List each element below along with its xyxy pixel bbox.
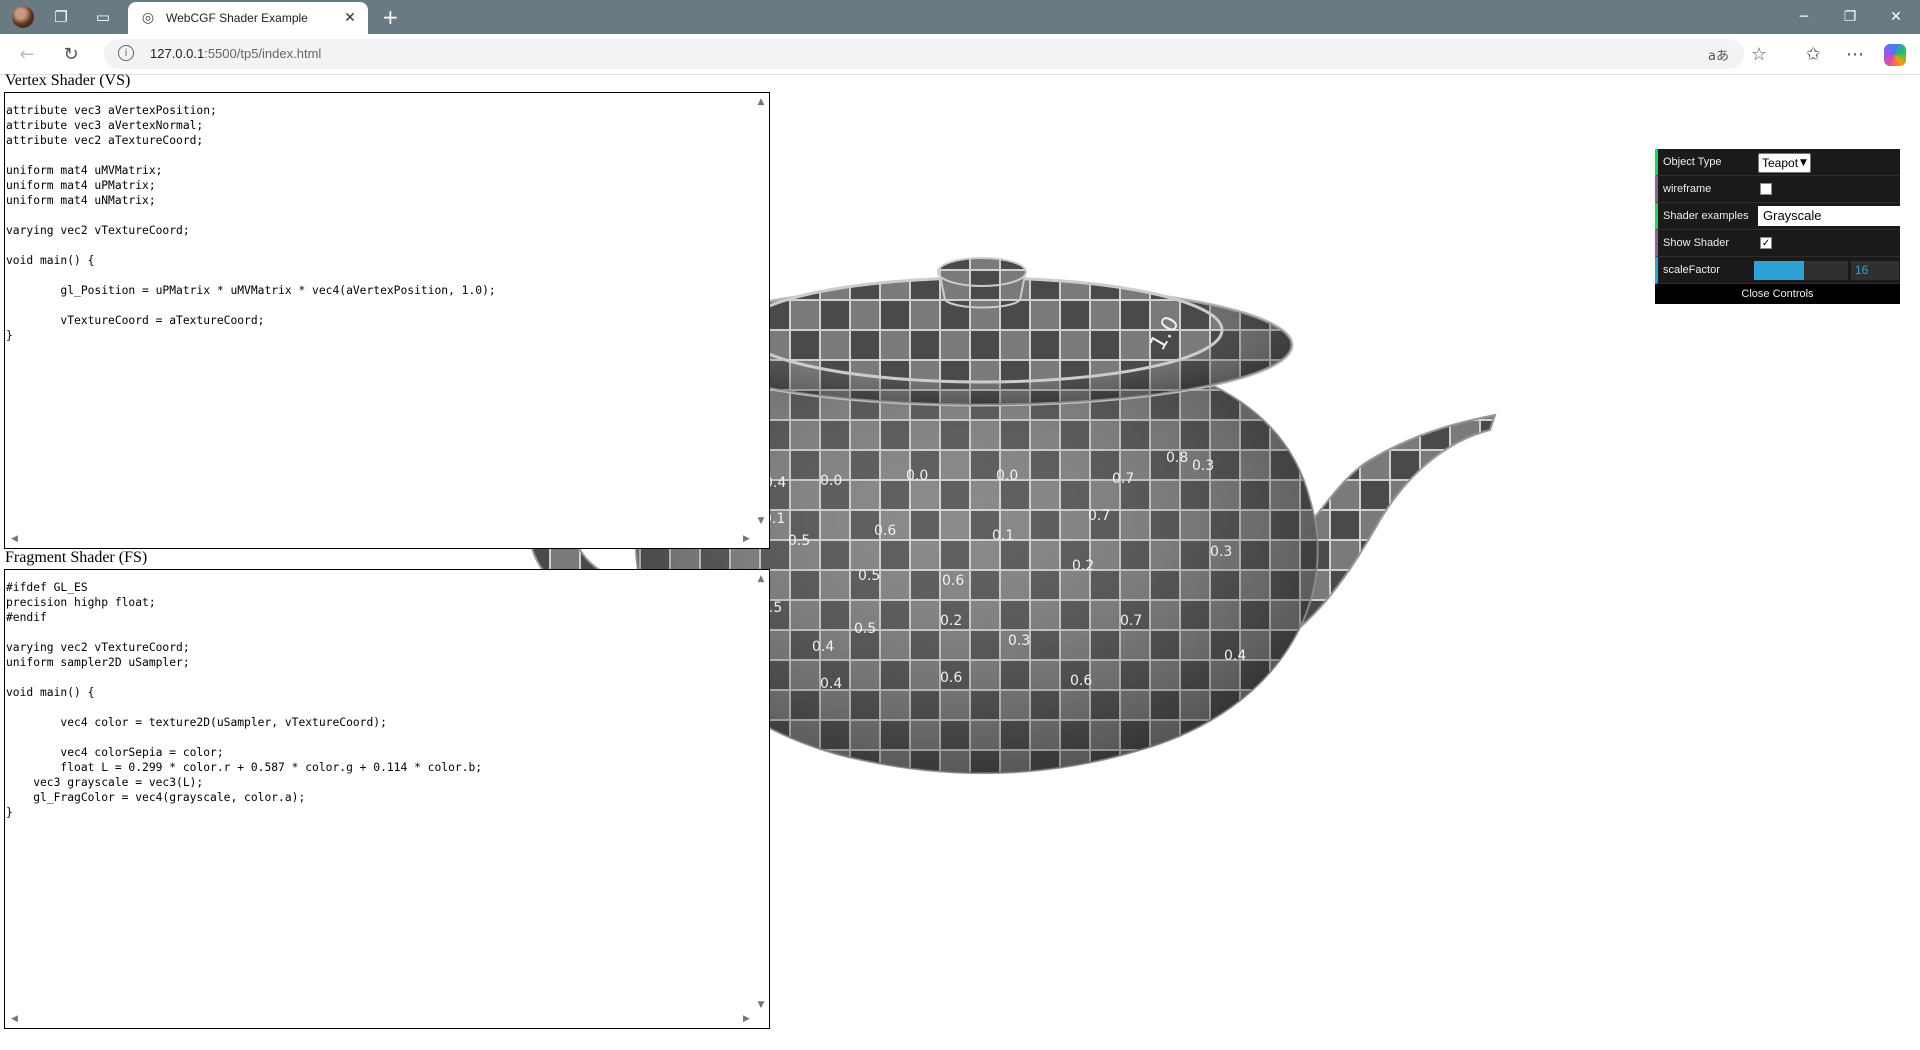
browser-tab[interactable]: ◎ WebCGF Shader Example ✕ <box>128 2 368 34</box>
teapot-uv-label: 0.6 <box>942 573 964 589</box>
teapot-uv-label: 0.0 <box>820 473 842 489</box>
scroll-right-arrow-icon[interactable]: ▶ <box>743 1014 750 1026</box>
shader-examples-select[interactable]: Grayscale <box>1758 206 1900 226</box>
vertex-shader-label: Vertex Shader (VS) <box>5 72 131 89</box>
star-icon[interactable]: ☆ <box>1746 42 1772 66</box>
page-content: 0.00.40.00.00.00.70.80.50.60.10.10.10.70… <box>0 72 1920 1050</box>
wireframe-checkbox[interactable] <box>1760 183 1772 195</box>
tab-title: WebCGF Shader Example <box>166 11 308 25</box>
show-shader-label: Show Shader <box>1663 237 1730 249</box>
scale-factor-row: scaleFactor 16 <box>1655 257 1900 284</box>
teapot-uv-label: 0.5 <box>858 568 880 584</box>
browser-titlebar: ❐ ▭ ◎ WebCGF Shader Example ✕ + ─ ❐ ✕ <box>0 0 1920 34</box>
teapot-uv-label: 0.3 <box>1008 633 1030 649</box>
tab-actions-icon[interactable]: ▭ <box>92 6 114 28</box>
teapot-uv-label: 0.1 <box>992 528 1014 544</box>
address-bar: ← ↻ i 127.0.0.1:5500/tp5/index.html aあ ☆… <box>0 34 1920 75</box>
close-icon[interactable]: ✕ <box>340 10 360 26</box>
profile-avatar[interactable] <box>12 6 34 28</box>
back-arrow-icon[interactable]: ← <box>14 42 40 66</box>
scroll-right-arrow-icon[interactable]: ▶ <box>743 534 750 546</box>
teapot-uv-label: 0.0 <box>906 468 928 484</box>
object-type-select[interactable]: Teapot ▼ <box>1758 153 1811 173</box>
fragment-shader-code[interactable]: #ifdef GL_ES precision highp float; #end… <box>6 580 482 820</box>
scale-factor-slider-fill <box>1754 261 1804 280</box>
teapot-uv-label: 0.6 <box>1070 673 1092 689</box>
minimize-icon[interactable]: ─ <box>1784 4 1824 30</box>
teapot-uv-label: 0.4 <box>820 676 842 692</box>
globe-icon: ◎ <box>141 10 155 26</box>
fragment-shader-label: Fragment Shader (FS) <box>5 549 148 566</box>
teapot-uv-label: 0.5 <box>788 533 810 549</box>
scale-factor-input[interactable]: 16 <box>1851 261 1899 280</box>
teapot-uv-label: 0.7 <box>1088 508 1110 524</box>
teapot-uv-label: 0.0 <box>996 468 1018 484</box>
teapot-uv-label: 0.3 <box>1210 544 1232 560</box>
scroll-up-arrow-icon[interactable]: ▲ <box>755 97 767 107</box>
favorites-icon[interactable]: ✩ <box>1800 42 1826 66</box>
workspaces-icon[interactable]: ❐ <box>50 6 72 28</box>
teapot-uv-label: 0.7 <box>1120 613 1142 629</box>
scroll-left-arrow-icon[interactable]: ◀ <box>11 534 18 546</box>
url-field[interactable]: i 127.0.0.1:5500/tp5/index.html aあ <box>104 39 1744 69</box>
scroll-down-arrow-icon[interactable]: ▼ <box>755 516 767 526</box>
wireframe-row: wireframe <box>1655 176 1900 203</box>
scale-factor-slider[interactable] <box>1754 261 1848 280</box>
window-close-icon[interactable]: ✕ <box>1876 4 1916 30</box>
teapot-uv-label: 0.4 <box>1224 648 1246 664</box>
object-type-label: Object Type <box>1663 156 1722 168</box>
url-text[interactable]: 127.0.0.1:5500/tp5/index.html <box>150 46 321 61</box>
shader-examples-label: Shader examples <box>1663 210 1749 222</box>
scroll-down-arrow-icon[interactable]: ▼ <box>755 1000 767 1010</box>
scroll-up-arrow-icon[interactable]: ▲ <box>755 574 767 584</box>
gui-controls-panel: Object Type Teapot ▼ wireframe Shader ex… <box>1655 149 1900 304</box>
fragment-shader-editor[interactable]: #ifdef GL_ES precision highp float; #end… <box>4 569 770 1029</box>
chevron-down-icon: ▼ <box>1800 158 1807 168</box>
teapot-uv-label: 0.8 <box>1166 450 1188 466</box>
show-shader-checkbox[interactable]: ✓ <box>1760 237 1772 249</box>
close-controls-button[interactable]: Close Controls <box>1655 284 1900 304</box>
copilot-icon[interactable] <box>1884 44 1906 66</box>
teapot-uv-label: 0.2 <box>940 613 962 629</box>
wireframe-label: wireframe <box>1663 183 1712 195</box>
teapot-uv-label: 0.2 <box>1072 558 1094 574</box>
shader-examples-row: Shader examples Grayscale <box>1655 203 1900 230</box>
scale-factor-label: scaleFactor <box>1663 264 1720 276</box>
more-icon[interactable]: ⋯ <box>1842 42 1868 66</box>
vertex-shader-code[interactable]: attribute vec3 aVertexPosition; attribut… <box>6 103 496 343</box>
teapot-uv-label: 0.4 <box>812 639 834 655</box>
reload-icon[interactable]: ↻ <box>58 42 84 66</box>
teapot-uv-label: 0.7 <box>1112 471 1134 487</box>
teapot-uv-label: 0.6 <box>874 523 896 539</box>
teapot-uv-label: 0.6 <box>940 670 962 686</box>
object-type-row: Object Type Teapot ▼ <box>1655 149 1900 176</box>
plus-icon[interactable]: + <box>382 5 399 29</box>
teapot-uv-label: 0.5 <box>854 621 876 637</box>
scroll-left-arrow-icon[interactable]: ◀ <box>11 1014 18 1026</box>
info-icon[interactable]: i <box>118 45 134 61</box>
object-type-value: Teapot <box>1762 156 1799 170</box>
show-shader-row: Show Shader ✓ <box>1655 230 1900 257</box>
restore-icon[interactable]: ❐ <box>1830 4 1870 30</box>
read-aloud-icon[interactable]: aあ <box>1708 45 1729 64</box>
teapot-uv-label: 0.3 <box>1192 458 1214 474</box>
vertex-shader-editor[interactable]: attribute vec3 aVertexPosition; attribut… <box>4 92 770 549</box>
